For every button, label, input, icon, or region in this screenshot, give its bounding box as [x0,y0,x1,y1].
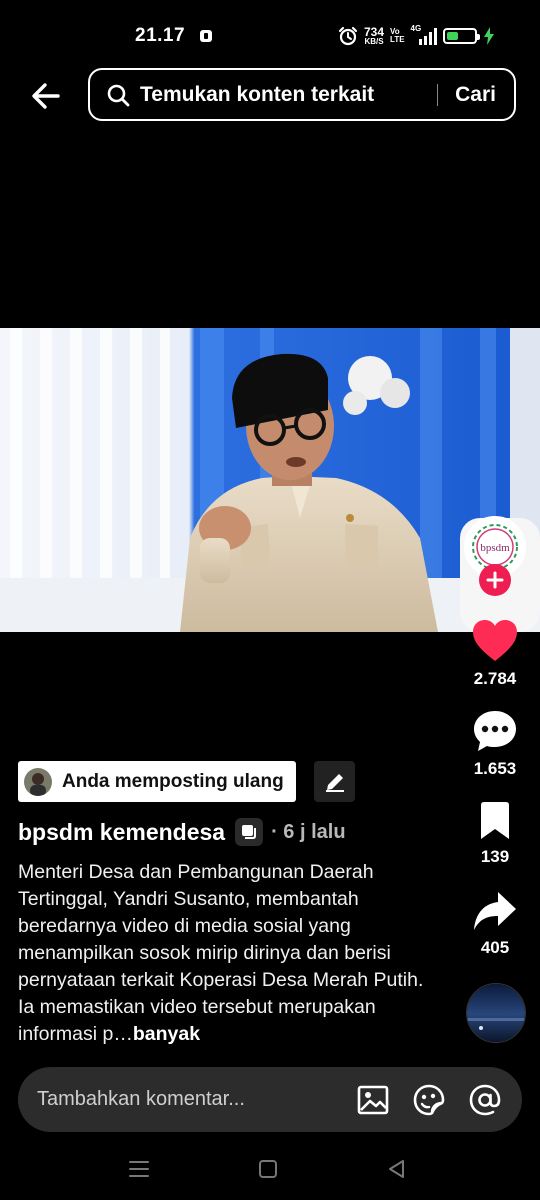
net-speed: 734 KB/S [364,26,384,46]
menu-icon[interactable] [126,1156,152,1182]
repost-chip[interactable]: Anda memposting ulang [18,761,296,802]
like-button[interactable]: 2.784 [455,619,535,689]
alarm-icon [338,26,358,46]
net-speed-unit: KB/S [364,37,384,46]
caption-text: Menteri Desa dan Pembangunan Daerah Tert… [18,861,424,1045]
follow-button[interactable] [479,564,511,596]
search-query: Temukan konten terkait [140,82,375,106]
like-count: 2.784 [473,669,517,688]
share-button[interactable]: 405 [455,890,535,958]
save-button[interactable]: 139 [455,801,535,867]
plus-icon [486,571,504,589]
volte-bottom: LTE [390,35,405,44]
comment-count: 1.653 [473,759,517,778]
sticker-icon[interactable] [412,1083,446,1117]
image-icon[interactable] [356,1083,390,1117]
post-caption[interactable]: Menteri Desa dan Pembangunan Daerah Tert… [18,859,438,1048]
search-icon [107,84,130,106]
edit-button[interactable] [314,761,355,802]
bookmark-icon [481,802,509,839]
video-player[interactable] [0,328,540,632]
status-time: 21.17 [135,25,186,46]
system-nav-bar [0,1140,540,1200]
comment-placeholder: Tambahkan komentar... [37,1088,245,1110]
home-square-icon[interactable] [255,1156,281,1182]
search-divider [437,83,439,106]
back-triangle-icon[interactable] [384,1156,410,1182]
status-icons: 734 KB/S Vo LTE 4G [338,22,495,50]
share-arrow-icon [474,892,516,930]
repost-icon [242,825,257,839]
music-disc[interactable] [466,983,526,1043]
caption-more[interactable]: banyak [133,1023,200,1045]
volte-indicator: Vo LTE [390,28,405,44]
post-time: · 6 j lalu [271,820,346,843]
pencil-icon [325,773,344,792]
comment-input[interactable]: Tambahkan komentar... [18,1067,522,1132]
save-count: 139 [480,847,510,866]
comment-bubble-icon [474,711,516,751]
back-arrow-icon[interactable] [26,76,66,116]
share-count: 405 [480,938,510,957]
heart-icon [473,620,517,661]
my-avatar [24,767,52,796]
repost-label: Anda memposting ulang [62,770,284,792]
signal-icon: 4G [411,24,437,46]
author-username[interactable]: bpsdm kemendesa [18,819,225,846]
search-button[interactable]: Cari [455,83,496,107]
charging-icon [483,27,494,45]
battery-level [446,32,459,40]
video-thumbnail [0,328,540,632]
avatar-text: bpsdm [480,542,510,554]
author-row: bpsdm kemendesa · 6 j lalu [18,816,346,848]
search-input[interactable]: Temukan konten terkait Cari [88,68,516,121]
mention-icon[interactable] [468,1083,502,1117]
comment-button[interactable]: 1.653 [455,709,535,779]
app-notification-icon [200,30,212,42]
repost-badge [235,818,264,846]
battery-icon [442,28,480,44]
status-bar: 21.17 734 KB/S Vo LTE 4G [0,0,540,70]
sound-thumbnail [467,984,525,1042]
